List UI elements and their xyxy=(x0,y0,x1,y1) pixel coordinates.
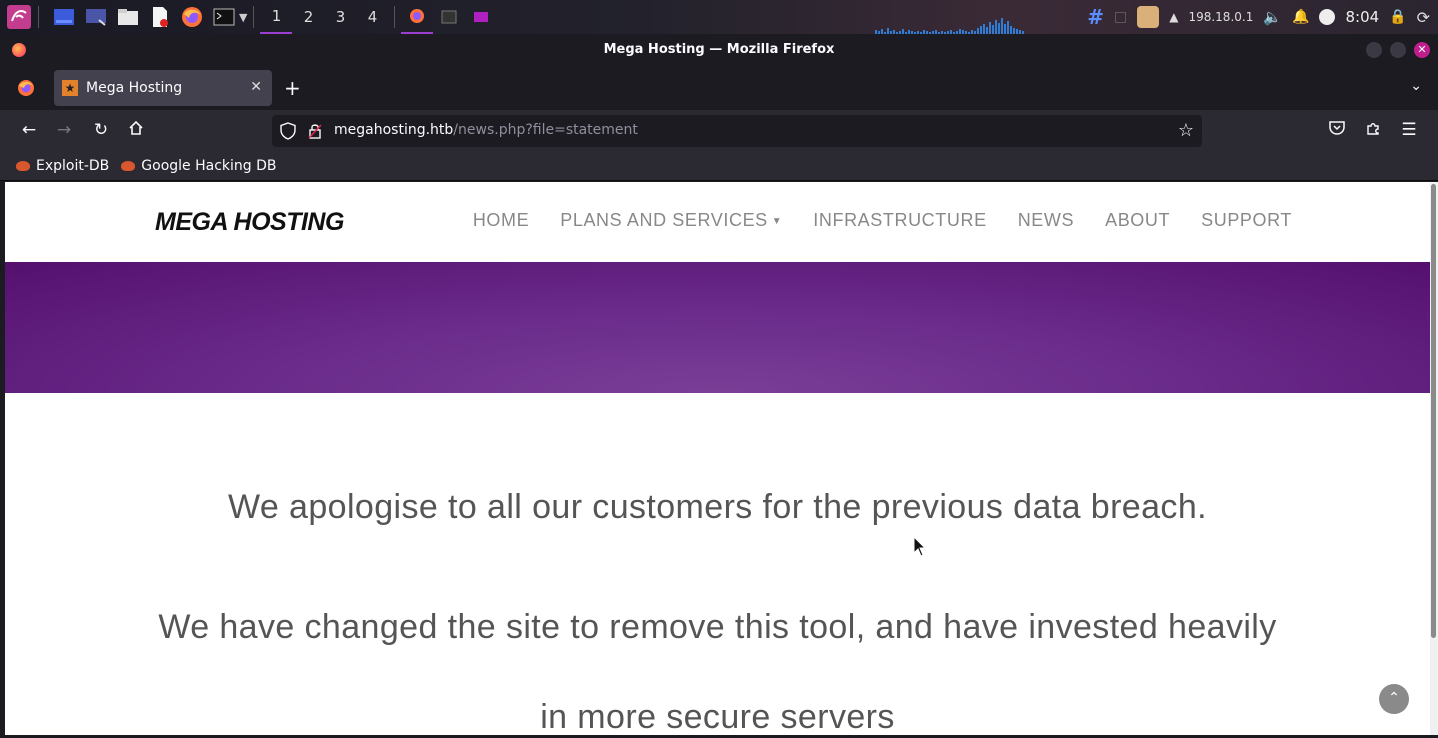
tab-title: Mega Hosting xyxy=(86,80,183,96)
taskbar-separator xyxy=(253,6,255,28)
reload-icon[interactable]: ↻ xyxy=(90,120,112,140)
file-manager-icon[interactable] xyxy=(115,4,141,30)
close-tab-icon[interactable]: ✕ xyxy=(250,79,262,95)
bookmark-exploit-db[interactable]: Exploit-DB xyxy=(16,158,109,174)
scroll-to-top-button[interactable]: ⌃ xyxy=(1379,684,1409,714)
site-header: MEGA HOSTING HOME PLANS AND SERVICES ▼ IN… xyxy=(5,182,1430,262)
volume-icon[interactable]: 🔈 xyxy=(1263,8,1282,26)
bookmark-label: Google Hacking DB xyxy=(141,158,277,174)
vpn-lock-icon[interactable]: ▲ xyxy=(1169,10,1178,24)
clock[interactable]: 8:04 xyxy=(1345,8,1379,26)
task-window-icon[interactable] xyxy=(465,0,497,34)
list-all-tabs-button[interactable]: ⌄ xyxy=(1410,78,1422,94)
nav-plans-and-services[interactable]: PLANS AND SERVICES ▼ xyxy=(560,210,782,231)
monitor-icon[interactable]: □ xyxy=(1114,9,1127,25)
url-host: megahosting.htb xyxy=(334,122,454,138)
audio-visualizer xyxy=(875,14,1030,34)
chevron-down-icon[interactable]: ▼ xyxy=(239,11,247,24)
lock-screen-icon[interactable]: 🔒 xyxy=(1389,9,1406,25)
nav-plans-label: PLANS AND SERVICES xyxy=(560,210,768,230)
cat-avatar-icon[interactable] xyxy=(1137,6,1160,28)
site-logo[interactable]: MEGA HOSTING xyxy=(155,208,344,237)
hero-banner xyxy=(5,262,1430,393)
url-path: /news.php?file=statement xyxy=(453,122,638,138)
workspace-switcher-icon[interactable] xyxy=(83,4,109,30)
home-icon[interactable] xyxy=(125,120,147,141)
nav-about[interactable]: ABOUT xyxy=(1105,210,1170,231)
extensions-icon[interactable] xyxy=(1362,120,1384,141)
hashtag-icon[interactable]: # xyxy=(1087,5,1104,29)
statement-line-2: We have changed the site to remove this … xyxy=(158,608,1277,646)
page-scrollbar[interactable] xyxy=(1430,182,1438,735)
bookmarks-toolbar: Exploit-DB Google Hacking DB xyxy=(0,152,1438,181)
maximize-button[interactable] xyxy=(1390,42,1406,58)
nav-support[interactable]: SUPPORT xyxy=(1201,210,1292,231)
taskbar-separator xyxy=(38,6,39,28)
kali-menu-icon[interactable] xyxy=(6,4,32,30)
navigation-toolbar: ← → ↻ megahosting.htb/news.php?file=stat… xyxy=(0,110,1438,152)
nav-news[interactable]: NEWS xyxy=(1018,210,1074,231)
desktop-taskbar: ▼ 1 2 3 4 # □ ▲ 198.18.0.1 🔈 🔔 8:04 🔒 ⟳ xyxy=(0,0,1438,34)
forward-arrow-icon[interactable]: → xyxy=(53,120,75,140)
show-desktop-icon[interactable] xyxy=(51,4,77,30)
system-tray: # □ ▲ 198.18.0.1 🔈 🔔 8:04 🔒 ⟳ xyxy=(1087,0,1438,34)
tab-strip: ★ Mega Hosting ✕ + ⌄ xyxy=(0,66,1438,110)
window-titlebar: Mega Hosting — Mozilla Firefox ✕ xyxy=(0,34,1438,66)
ip-address: 198.18.0.1 xyxy=(1188,10,1254,24)
firefox-view-button[interactable] xyxy=(10,72,42,104)
site-nav-menu: HOME PLANS AND SERVICES ▼ INFRASTRUCTURE … xyxy=(473,210,1292,231)
firefox-view-icon xyxy=(18,80,34,96)
tab-mega-hosting[interactable]: ★ Mega Hosting ✕ xyxy=(54,70,272,106)
workspace-4[interactable]: 4 xyxy=(356,0,388,34)
page-content: MEGA HOSTING HOME PLANS AND SERVICES ▼ IN… xyxy=(5,182,1430,735)
text-editor-icon[interactable] xyxy=(147,4,173,30)
pocket-icon[interactable] xyxy=(1326,120,1348,140)
url-text[interactable]: megahosting.htb/news.php?file=statement xyxy=(334,122,638,138)
close-window-button[interactable]: ✕ xyxy=(1414,42,1430,58)
workspace-3[interactable]: 3 xyxy=(324,0,356,34)
star-favicon-icon: ★ xyxy=(62,80,78,96)
taskbar-separator xyxy=(394,6,396,28)
kali-dragon-icon xyxy=(121,161,136,171)
bookmark-label: Exploit-DB xyxy=(36,158,110,174)
caret-down-icon: ▼ xyxy=(771,215,783,227)
statement-line-3: in more secure servers xyxy=(540,698,895,735)
url-bar[interactable]: megahosting.htb/news.php?file=statement … xyxy=(272,115,1202,147)
nav-infrastructure[interactable]: INFRASTRUCTURE xyxy=(813,210,986,231)
window-title: Mega Hosting — Mozilla Firefox xyxy=(603,42,835,57)
task-terminal-icon[interactable] xyxy=(433,0,465,34)
workspace-2[interactable]: 2 xyxy=(292,0,324,34)
back-arrow-icon[interactable]: ← xyxy=(18,120,40,140)
new-tab-button[interactable]: + xyxy=(284,76,301,100)
bookmark-google-hacking-db[interactable]: Google Hacking DB xyxy=(121,158,277,174)
task-firefox-icon[interactable] xyxy=(401,0,434,34)
bookmark-star-icon[interactable]: ☆ xyxy=(1178,120,1194,141)
notifications-bell-icon[interactable]: 🔔 xyxy=(1292,9,1309,25)
workspace-1[interactable]: 1 xyxy=(260,0,293,34)
scrollbar-thumb[interactable] xyxy=(1431,184,1436,638)
nav-home[interactable]: HOME xyxy=(473,210,529,231)
terminal-launcher-icon[interactable] xyxy=(211,4,237,30)
firefox-launcher-icon[interactable] xyxy=(179,4,205,30)
hamburger-menu-icon[interactable]: ☰ xyxy=(1398,120,1420,140)
chevron-up-icon: ⌃ xyxy=(1388,690,1400,706)
firefox-logo-icon xyxy=(12,43,26,57)
insecure-lock-icon[interactable] xyxy=(308,123,322,139)
statement-line-1: We apologise to all our customers for th… xyxy=(228,488,1207,526)
minimize-button[interactable] xyxy=(1366,42,1382,58)
tracking-shield-icon[interactable] xyxy=(280,122,296,140)
logout-icon[interactable]: ⟳ xyxy=(1417,8,1430,27)
power-manager-icon[interactable] xyxy=(1319,9,1336,25)
kali-dragon-icon xyxy=(16,161,30,171)
